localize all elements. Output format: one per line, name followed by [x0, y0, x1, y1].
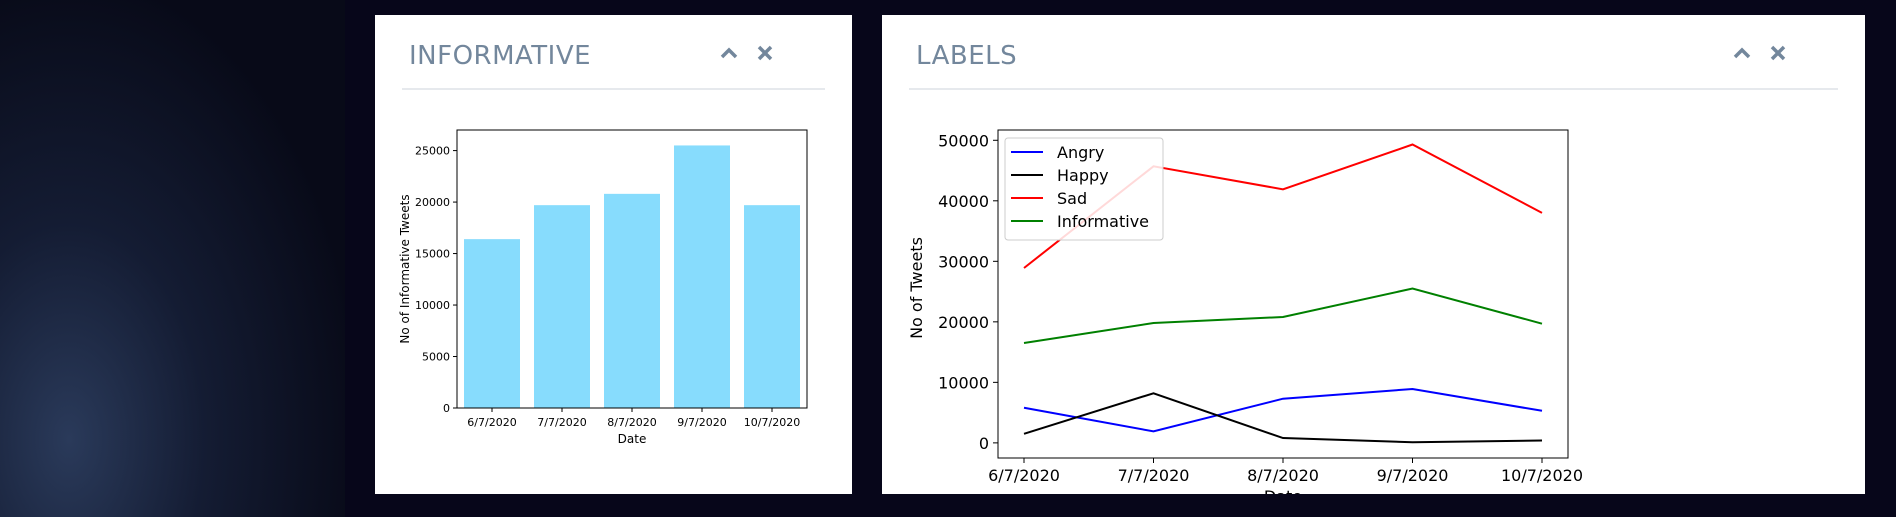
- y-tick-label: 20000: [415, 196, 450, 209]
- y-tick-label: 20000: [938, 313, 989, 332]
- y-axis-label: No of Informative Tweets: [398, 194, 412, 343]
- y-tick-label: 50000: [938, 131, 989, 150]
- close-icon[interactable]: [1768, 43, 1788, 63]
- bar: [744, 205, 800, 408]
- x-tick-label: 7/7/2020: [1118, 466, 1190, 485]
- bar: [534, 205, 590, 408]
- labels-line-chart: 0 10000 20000 30000 40000 50000 6/7/2020 7/7/20…: [907, 129, 1582, 494]
- informative-panel: INFORMATIVE 0 5000 10000 15000 20000 25000 6/7…: [375, 15, 852, 494]
- panel-divider: [402, 88, 825, 90]
- legend-label: Happy: [1057, 166, 1109, 185]
- x-tick-label: 9/7/2020: [677, 416, 726, 429]
- x-axis-label: Date: [1264, 487, 1302, 494]
- y-tick-label: 30000: [938, 252, 989, 271]
- y-tick-label: 0: [979, 434, 989, 453]
- series-line: [1023, 392, 1543, 444]
- panel-title: INFORMATIVE: [409, 41, 592, 71]
- x-tick-label: 6/7/2020: [988, 466, 1060, 485]
- x-tick-label: 10/7/2020: [1501, 466, 1582, 485]
- x-axis-label: Date: [618, 432, 647, 446]
- panel-divider: [909, 88, 1838, 90]
- chevron-up-icon[interactable]: [1732, 43, 1752, 63]
- y-tick-label: 10000: [415, 299, 450, 312]
- y-axis-label: No of Tweets: [907, 237, 926, 339]
- y-tick-label: 0: [443, 402, 450, 415]
- y-tick-label: 5000: [422, 351, 450, 364]
- panel-title: LABELS: [916, 41, 1018, 71]
- bar: [674, 145, 730, 408]
- informative-bar-chart: 0 5000 10000 15000 20000 25000 6/7/2020 7/7/202…: [398, 129, 808, 446]
- x-tick-label: 8/7/2020: [1247, 466, 1319, 485]
- legend-label: Informative: [1057, 212, 1149, 231]
- x-tick-label: 8/7/2020: [607, 416, 656, 429]
- x-tick-label: 6/7/2020: [467, 416, 516, 429]
- y-tick-label: 25000: [415, 145, 450, 158]
- y-tick-label: 10000: [938, 373, 989, 392]
- y-tick-label: 15000: [415, 248, 450, 261]
- legend-label: Angry: [1057, 143, 1104, 162]
- starfield-background: [0, 0, 345, 517]
- close-icon[interactable]: [755, 43, 775, 63]
- legend-label: Sad: [1057, 189, 1087, 208]
- y-tick-label: 40000: [938, 192, 989, 211]
- labels-panel: LABELS 0 10000 20000 30000 40000 50000 6/7/202…: [882, 15, 1865, 494]
- x-tick-label: 9/7/2020: [1377, 466, 1449, 485]
- x-tick-label: 7/7/2020: [537, 416, 586, 429]
- bar: [464, 239, 520, 408]
- series-line: [1023, 287, 1543, 345]
- bar: [604, 193, 660, 408]
- x-tick-label: 10/7/2020: [744, 416, 800, 429]
- chevron-up-icon[interactable]: [719, 43, 739, 63]
